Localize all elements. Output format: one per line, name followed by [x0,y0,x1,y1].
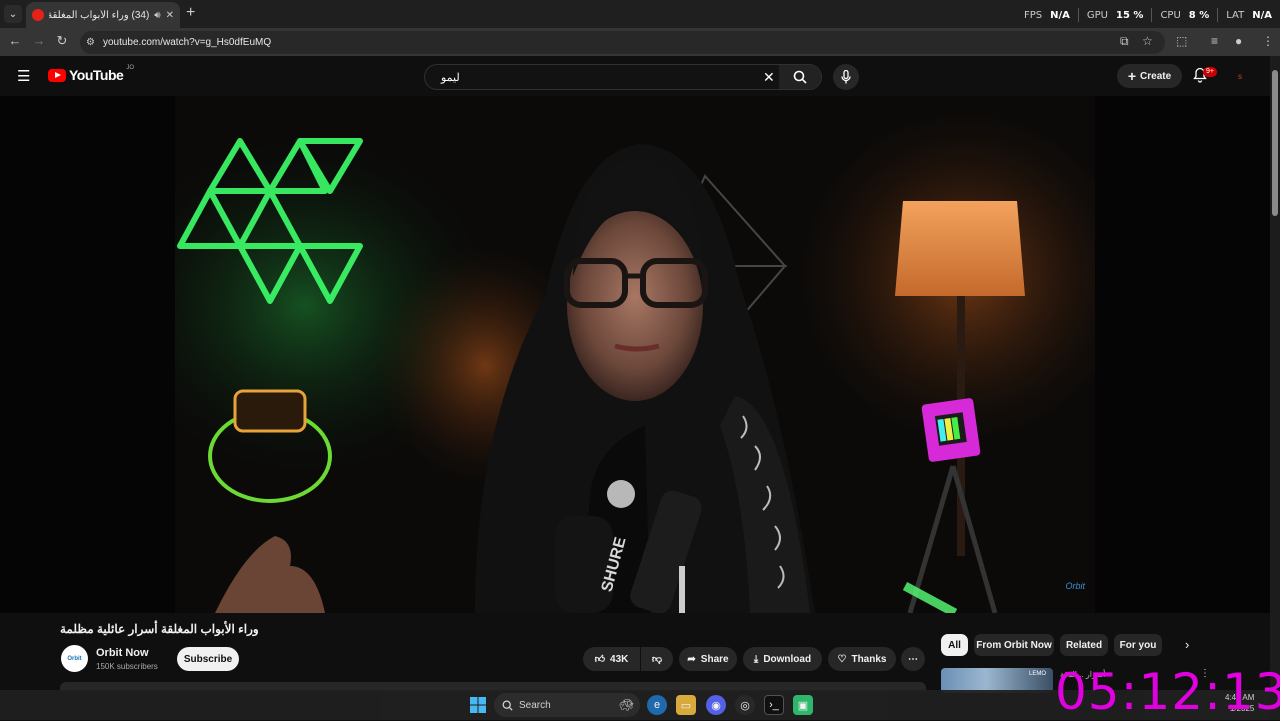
subscriber-count: 150K subscribers [96,662,158,671]
back-arrow-icon[interactable]: ← [6,33,24,48]
cpu-label: CPU [1160,9,1181,21]
youtube-masthead: ☰ YouTube JO ليمو ✕ + Create 9+ s [0,56,1270,96]
file-explorer-icon[interactable]: ▭ [676,695,696,715]
super-thanks-icon: ♡ [837,653,847,665]
share-button[interactable]: ➦ Share [679,647,737,671]
chip-for-you[interactable]: For you [1114,634,1162,656]
browser-tab[interactable]: (34) وراء الأبواب المغلقة أسرار 🔊︎ ✕ [26,2,180,28]
reload-icon[interactable]: ↻ [53,33,71,49]
overlay-clock: 05:12:13 [1055,663,1280,721]
scrollbar-thumb[interactable] [1272,70,1278,216]
search-highlight-icon: 🐢︎ [618,698,634,712]
forward-arrow-icon[interactable]: → [30,33,48,48]
tab-list-dropdown-icon[interactable]: ⌄ [4,5,22,23]
profile-icon[interactable]: ● [1235,34,1242,48]
browser-tab-bar: ⌄ (34) وراء الأبواب المغلقة أسرار 🔊︎ ✕ +… [0,0,1280,28]
fps-value: N/A [1050,9,1070,21]
chrome-icon[interactable]: ◎ [735,695,755,715]
video-scene-image: SHURE [175,96,1095,613]
search-icon [502,700,513,711]
chip-from-channel[interactable]: From Orbit Now [974,634,1054,656]
thumbs-down-icon: 👎︎ [651,654,663,665]
plus-icon: + [1127,68,1137,84]
youtube-play-icon [48,68,66,82]
windows-start-icon[interactable] [470,697,486,713]
edge-browser-icon[interactable]: e [647,695,667,715]
more-horizontal-icon: ⋯ [908,653,918,665]
cpu-value: 8 % [1188,9,1210,21]
chip-related[interactable]: Related [1060,634,1108,656]
hamburger-menu-icon[interactable]: ☰ [17,67,30,85]
share-label: Share [700,653,729,665]
audio-playing-icon[interactable]: 🔊︎ [154,10,160,21]
download-button[interactable]: ⤓ Download [743,647,822,671]
chevron-right-icon[interactable]: › [1185,637,1189,652]
divider [1151,8,1153,22]
search-button[interactable] [779,65,821,89]
dislike-button[interactable]: 👎︎ [641,647,673,671]
account-avatar[interactable]: s [1232,68,1248,84]
browser-menu-icon[interactable]: ⋮ [1262,34,1274,48]
close-tab-icon[interactable]: ✕ [166,10,174,21]
fps-label: FPS [1024,9,1043,21]
notification-count-badge: 9+ [1203,67,1217,77]
url-text: youtube.com/watch?v=g_Hs0dfEuMQ [102,37,272,48]
clear-search-icon[interactable]: ✕ [763,69,775,86]
voice-search-button[interactable] [833,64,859,90]
video-title: وراء الأبواب المغلقة أسرار عائلية مظلمة [60,622,259,636]
new-tab-button[interactable]: + [186,4,195,22]
chip-all[interactable]: All [941,634,968,656]
thumbnail-text: LEMO [1029,671,1047,677]
microphone-icon [841,70,851,84]
divider [1217,8,1219,22]
channel-avatar[interactable]: Orbit [61,645,88,672]
media-controls-icon[interactable]: ≡ [1211,34,1218,48]
page-scrollbar[interactable] [1270,56,1280,690]
thumbs-up-icon: 👍︎ [594,654,606,665]
app-icon[interactable]: ▣ [793,695,813,715]
country-code: JO [126,65,134,71]
more-actions-button[interactable]: ⋯ [901,647,925,671]
taskbar-search[interactable]: Search 🐢︎ [494,693,640,717]
search-box[interactable]: ليمو ✕ [424,64,822,90]
install-app-icon[interactable]: ⧉ [1120,34,1129,49]
download-icon: ⤓ [753,653,759,665]
site-info-icon[interactable]: ⚙ [86,37,95,48]
lat-label: LAT [1226,9,1245,21]
divider [1077,8,1079,22]
like-count: 43K [610,653,629,665]
lat-value: N/A [1252,9,1272,21]
address-bar[interactable]: ⚙ youtube.com/watch?v=g_Hs0dfEuMQ [80,31,1165,54]
bookmark-star-icon[interactable]: ☆ [1142,34,1153,48]
terminal-icon[interactable]: ›_ [764,695,784,715]
gpu-label: GPU [1086,9,1109,21]
browser-toolbar: ← → ↻ ⚙ youtube.com/watch?v=g_Hs0dfEuMQ … [0,28,1280,56]
thanks-button[interactable]: ♡ Thanks [828,647,896,671]
taskbar-search-label: Search [519,699,551,711]
youtube-logo[interactable]: YouTube JO [48,65,134,83]
video-frame[interactable]: SHURE Orbit [175,96,1095,613]
subscribe-button[interactable]: Subscribe [177,647,239,671]
like-button[interactable]: 👍︎ 43K [583,647,640,671]
create-label: Create [1140,70,1172,82]
gpu-value: 15 % [1116,9,1144,21]
performance-overlay: FPS N/A GPU 15 % CPU 8 % LAT N/A [1024,8,1272,22]
youtube-favicon-icon [32,9,44,21]
discord-icon[interactable]: ◉ [706,695,726,715]
download-label: Download [763,653,812,665]
video-player[interactable]: SHURE Orbit [0,96,1270,613]
channel-name[interactable]: Orbit Now [96,647,149,659]
tab-title: (34) وراء الأبواب المغلقة أسرار [49,9,150,21]
youtube-wordmark: YouTube [69,67,124,83]
extensions-icon[interactable]: ⬚ [1176,34,1187,48]
share-arrow-icon: ➦ [687,653,696,665]
channel-watermark[interactable]: Orbit [1065,581,1085,591]
search-icon [793,70,807,84]
create-button[interactable]: + Create [1117,64,1182,88]
search-input[interactable]: ليمو [441,71,460,84]
thanks-label: Thanks [851,653,887,665]
